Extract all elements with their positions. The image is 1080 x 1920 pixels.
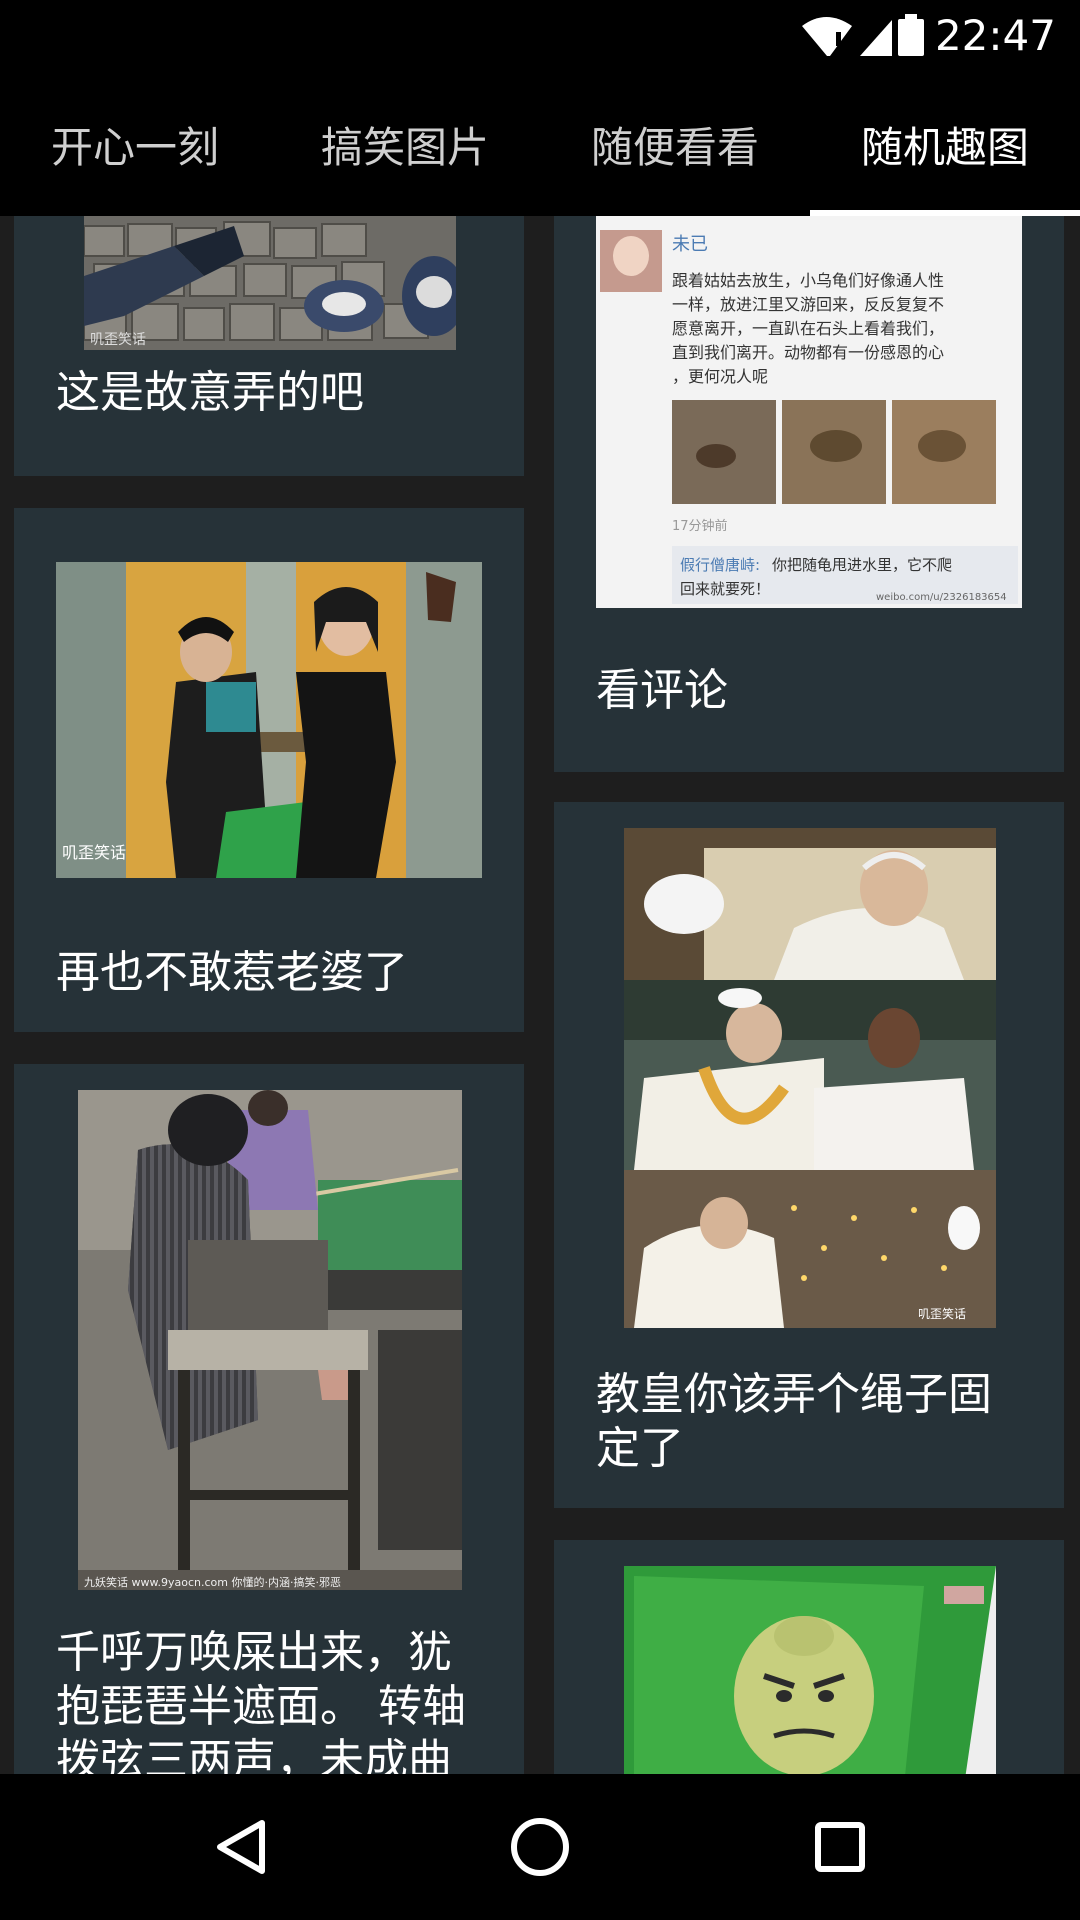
svg-text:叽歪笑话: 叽歪笑话 xyxy=(918,1306,966,1321)
feed-card[interactable]: 九妖笑话 www.9yaocn.com 你懂的·内涵·搞笑·邪恶 千呼万唤屎出来… xyxy=(14,1064,524,1774)
card-image: 叽歪笑话 xyxy=(624,828,996,1328)
card-image: 叽歪笑话 xyxy=(56,562,482,878)
tab-funny-pictures[interactable]: 搞笑图片 xyxy=(270,72,540,216)
card-caption: 再也不敢惹老婆了 xyxy=(56,947,408,998)
tab-happy-moment[interactable]: 开心一刻 xyxy=(0,72,270,216)
svg-text:回来就要死！: 回来就要死！ xyxy=(680,580,770,598)
battery-icon xyxy=(898,14,924,56)
card-caption: 看评论 xyxy=(596,665,728,716)
feed[interactable]: 叽歪笑话 这是故意弄的吧 叽歪笑话 再也不敢惹老婆了 九妖笑话 www.9yao… xyxy=(0,216,1080,1774)
tab-random-fun[interactable]: 随机趣图 xyxy=(810,72,1080,216)
svg-text:愿意离开，一直趴在石头上看着我们，: 愿意离开，一直趴在石头上看着我们， xyxy=(672,319,944,338)
svg-text:叽歪笑话: 叽歪笑话 xyxy=(62,843,126,862)
recents-icon[interactable] xyxy=(790,1797,890,1897)
clock: 22:47 xyxy=(934,11,1056,60)
tab-browse[interactable]: 随便看看 xyxy=(540,72,810,216)
svg-text:你把随龟甩进水里，它不爬: 你把随龟甩进水里，它不爬 xyxy=(772,556,952,574)
svg-text:九妖笑话 www.9yaocn.com 你懂的·内涵·搞笑·: 九妖笑话 www.9yaocn.com 你懂的·内涵·搞笑·邪恶 xyxy=(84,1575,341,1589)
feed-card[interactable]: 叽歪笑话 这是故意弄的吧 xyxy=(14,216,524,476)
navigation-bar xyxy=(0,1774,1080,1920)
feed-card[interactable]: 叽歪笑话 再也不敢惹老婆了 xyxy=(14,508,524,1032)
feed-card[interactable]: 叽歪笑话 教皇你该弄个绳子固定了 xyxy=(554,802,1064,1508)
feed-card[interactable] xyxy=(554,1540,1064,1774)
card-caption: 教皇你该弄个绳子固定了 xyxy=(596,1369,992,1474)
svg-text:叽歪笑话: 叽歪笑话 xyxy=(90,332,146,348)
svg-text:直到我们离开。动物都有一份感恩的心: 直到我们离开。动物都有一份感恩的心 xyxy=(672,343,944,362)
card-image: 叽歪笑话 xyxy=(84,216,456,350)
tab-bar: 开心一刻 搞笑图片 随便看看 随机趣图 xyxy=(0,72,1080,216)
svg-text:weibo.com/u/2326183654: weibo.com/u/2326183654 xyxy=(876,592,1007,603)
svg-text:未已: 未已 xyxy=(672,234,708,255)
card-image xyxy=(624,1566,996,1774)
svg-text:假行僧唐峙:: 假行僧唐峙: xyxy=(680,556,760,574)
back-icon[interactable] xyxy=(190,1797,290,1897)
svg-text:跟着姑姑去放生，小乌龟们好像通人性: 跟着姑姑去放生，小乌龟们好像通人性 xyxy=(672,271,944,290)
card-image: 未已 跟着姑姑去放生，小乌龟们好像通人性 一样，放进江里又游回来，反反复复不 愿… xyxy=(596,216,1022,608)
cell-signal-icon xyxy=(860,20,892,56)
home-icon[interactable] xyxy=(490,1797,590,1897)
svg-text:17分钟前: 17分钟前 xyxy=(672,518,728,534)
card-image: 九妖笑话 www.9yaocn.com 你懂的·内涵·搞笑·邪恶 xyxy=(78,1090,462,1590)
card-caption: 这是故意弄的吧 xyxy=(56,367,364,418)
status-bar: 22:47 xyxy=(0,0,1080,72)
svg-text:一样，放进江里又游回来，反反复复不: 一样，放进江里又游回来，反反复复不 xyxy=(672,295,944,314)
svg-text:，更何况人呢: ，更何况人呢 xyxy=(672,367,768,386)
card-caption: 千呼万唤屎出来，犹抱琵琶半遮面。 转轴拨弦三两声，未成曲 xyxy=(56,1627,466,1774)
feed-card[interactable]: 未已 跟着姑姑去放生，小乌龟们好像通人性 一样，放进江里又游回来，反反复复不 愿… xyxy=(554,216,1064,772)
wifi-alert-icon xyxy=(802,17,852,56)
